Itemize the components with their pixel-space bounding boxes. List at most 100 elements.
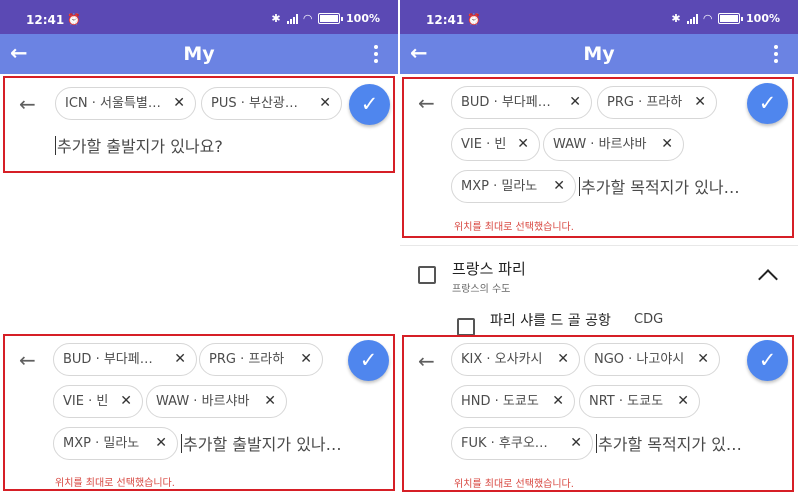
destination-chip[interactable]: VIE · 빈 ✕ (451, 128, 540, 161)
collapse-back-icon[interactable]: ← (19, 94, 36, 114)
close-icon[interactable]: ✕ (553, 171, 565, 202)
close-icon[interactable]: ✕ (174, 344, 186, 375)
close-icon[interactable]: ✕ (120, 386, 132, 417)
destination-chip[interactable]: KIX · 오사카시 ✕ (451, 343, 580, 376)
text-caret (579, 177, 580, 196)
chip-label: NRT · 도쿄도 (589, 394, 664, 409)
destination-chip[interactable]: PRG · 프라하 ✕ (597, 86, 717, 119)
page-title: My (183, 43, 215, 65)
city-checkbox[interactable] (418, 266, 436, 284)
close-icon[interactable]: ✕ (557, 344, 569, 375)
status-bar: 12:41 ⏰ ✱ ◠ 100% (0, 0, 398, 34)
app-bar: ← My (400, 34, 798, 74)
chevron-up-icon[interactable] (758, 269, 778, 289)
origin-chip[interactable]: PUS · 부산광… ✕ (201, 87, 342, 120)
origin-panel: ← ICN · 서울특별… ✕ PUS · 부산광… ✕ ✓ 추가할 출발지가 … (3, 76, 395, 173)
confirm-button[interactable]: ✓ (747, 340, 788, 381)
collapse-back-icon[interactable]: ← (418, 93, 435, 113)
destination-chip[interactable]: WAW · 바르샤바 ✕ (543, 128, 684, 161)
origin-chip[interactable]: ICN · 서울특별… ✕ (55, 87, 196, 120)
close-icon[interactable]: ✕ (552, 386, 564, 417)
chip-label: VIE · 빈 (461, 137, 507, 152)
close-icon[interactable]: ✕ (570, 428, 582, 459)
destination-panel: ← BUD · 부다페… ✕ PRG · 프라하 ✕ ✓ VIE · 빈 ✕ W… (402, 77, 794, 238)
right-screen: 12:41 ⏰ ✱ ◠ 100% ← My ← BUD · 부다페… ✕ PRG… (400, 0, 798, 494)
chip-label: ICN · 서울특별… (65, 96, 161, 111)
input-placeholder: 추가할 목적지가 있… (598, 435, 742, 454)
collapse-back-icon[interactable]: ← (19, 350, 36, 370)
close-icon[interactable]: ✕ (694, 87, 706, 118)
close-icon[interactable]: ✕ (569, 87, 581, 118)
battery-level: 100% (346, 12, 380, 25)
page-title: My (583, 43, 615, 65)
bluetooth-icon: ✱ (671, 12, 681, 25)
destination-search-input[interactable]: 추가할 목적지가 있나… (579, 177, 740, 198)
chip-label: WAW · 바르샤바 (156, 394, 250, 409)
close-icon[interactable]: ✕ (300, 344, 312, 375)
destination-chip[interactable]: PRG · 프라하 ✕ (199, 343, 323, 376)
destination-chip[interactable]: MXP · 밀라노 ✕ (451, 170, 576, 203)
destination-panel: ← BUD · 부다페… ✕ PRG · 프라하 ✕ ✓ VIE · 빈 ✕ W… (3, 334, 395, 491)
close-icon[interactable]: ✕ (319, 88, 331, 119)
confirm-button[interactable]: ✓ (348, 340, 389, 381)
wifi-icon: ◠ (703, 12, 713, 25)
wifi-icon: ◠ (303, 12, 313, 25)
signal-icon (286, 13, 298, 24)
status-bar: 12:41 ⏰ ✱ ◠ 100% (400, 0, 798, 34)
close-icon[interactable]: ✕ (264, 386, 276, 417)
destination-chip[interactable]: BUD · 부다페… ✕ (53, 343, 197, 376)
destination-chip[interactable]: BUD · 부다페… ✕ (451, 86, 592, 119)
chip-label: MXP · 밀라노 (63, 436, 140, 451)
left-screen: 12:41 ⏰ ✱ ◠ 100% ← My ← ICN · 서울특별… ✕ PU… (0, 0, 398, 494)
close-icon[interactable]: ✕ (697, 344, 709, 375)
more-vert-icon[interactable] (774, 45, 778, 66)
destination-search-input[interactable]: 추가할 출발지가 있나… (181, 434, 342, 455)
confirm-button[interactable]: ✓ (747, 83, 788, 124)
status-time: 12:41 (26, 13, 65, 27)
origin-search-input[interactable]: 추가할 출발지가 있나요? (55, 136, 223, 157)
chip-label: PRG · 프라하 (209, 352, 285, 367)
chip-label: NGO · 나고야시 (594, 352, 685, 367)
japan-destination-panel: ← KIX · 오사카시 ✕ NGO · 나고야시 ✕ ✓ HND · 도쿄도 … (402, 335, 794, 492)
battery-level: 100% (746, 12, 780, 25)
signal-icon (686, 13, 698, 24)
destination-chip[interactable]: VIE · 빈 ✕ (53, 385, 143, 418)
status-icons: ✱ ◠ 100% (271, 12, 380, 25)
chip-label: KIX · 오사카시 (461, 352, 543, 367)
close-icon[interactable]: ✕ (661, 129, 673, 160)
input-placeholder: 추가할 출발지가 있나요? (57, 137, 223, 156)
destination-search-input[interactable]: 추가할 목적지가 있… (596, 434, 742, 455)
max-selection-error: 위치를 최대로 선택했습니다. (55, 478, 175, 489)
text-caret (55, 136, 56, 155)
chip-label: WAW · 바르샤바 (553, 137, 647, 152)
app-bar: ← My (0, 34, 398, 74)
list-divider (400, 245, 798, 246)
battery-icon (318, 13, 344, 24)
airport-name: 파리 샤를 드 골 공항 (490, 313, 611, 329)
confirm-button[interactable]: ✓ (349, 84, 390, 125)
destination-chip[interactable]: MXP · 밀라노 ✕ (53, 427, 178, 460)
text-caret (596, 434, 597, 453)
more-vert-icon[interactable] (374, 45, 378, 66)
airport-code: CDG (634, 312, 664, 327)
battery-icon (718, 13, 744, 24)
chip-label: VIE · 빈 (63, 394, 109, 409)
destination-chip[interactable]: NGO · 나고야시 ✕ (584, 343, 720, 376)
close-icon[interactable]: ✕ (517, 129, 529, 160)
destination-chip[interactable]: FUK · 후쿠오… ✕ (451, 427, 593, 460)
alarm-icon: ⏰ (67, 13, 81, 26)
text-caret (181, 434, 182, 453)
destination-chip[interactable]: NRT · 도쿄도 ✕ (579, 385, 700, 418)
destination-chip[interactable]: WAW · 바르샤바 ✕ (146, 385, 287, 418)
airport-checkbox[interactable] (457, 318, 475, 336)
collapse-back-icon[interactable]: ← (418, 351, 435, 371)
city-title: 프랑스 파리 (452, 260, 526, 278)
chip-label: HND · 도쿄도 (461, 394, 539, 409)
chip-label: BUD · 부다페… (63, 352, 153, 367)
destination-chip[interactable]: HND · 도쿄도 ✕ (451, 385, 575, 418)
close-icon[interactable]: ✕ (155, 428, 167, 459)
chip-label: BUD · 부다페… (461, 95, 551, 110)
close-icon[interactable]: ✕ (173, 88, 185, 119)
max-selection-error: 위치를 최대로 선택했습니다. (454, 222, 574, 233)
close-icon[interactable]: ✕ (677, 386, 689, 417)
